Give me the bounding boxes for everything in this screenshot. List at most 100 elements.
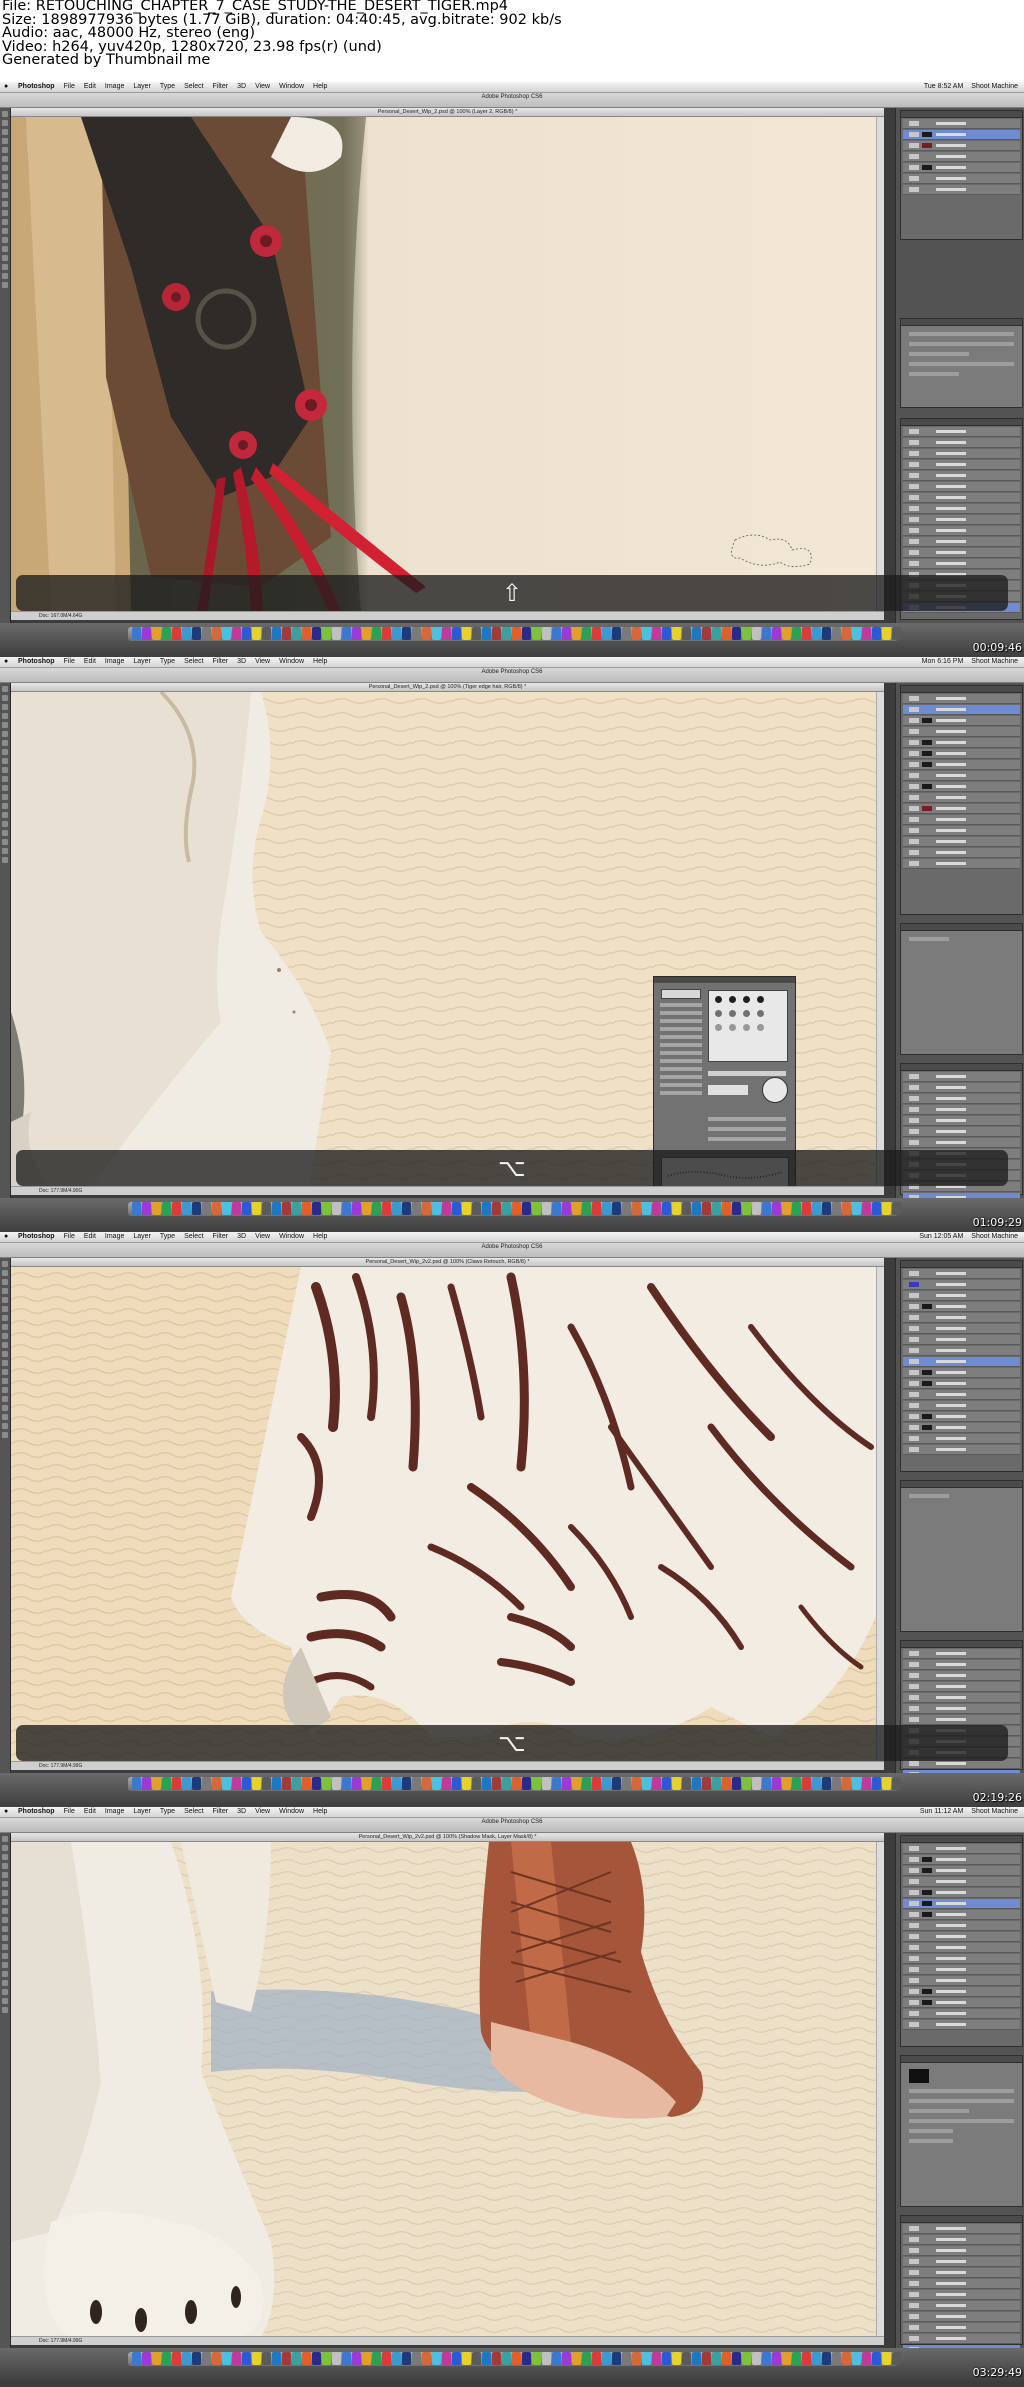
properties-panel[interactable] xyxy=(900,318,1023,408)
menu-type[interactable]: Type xyxy=(160,1233,175,1240)
menu-select[interactable]: Select xyxy=(184,1808,203,1815)
menu-file[interactable]: File xyxy=(64,1808,75,1815)
apple-icon[interactable]: ● xyxy=(4,82,8,92)
properties-panel[interactable] xyxy=(900,1480,1023,1632)
menu-layer[interactable]: Layer xyxy=(133,1808,151,1815)
image-canvas[interactable] xyxy=(11,1842,884,2337)
menu-help[interactable]: Help xyxy=(313,83,327,90)
apple-icon[interactable]: ● xyxy=(4,657,8,667)
menu-help[interactable]: Help xyxy=(313,1233,327,1240)
menu-layer[interactable]: Layer xyxy=(133,83,151,90)
tools-panel[interactable] xyxy=(0,1258,11,1773)
layers-panel[interactable] xyxy=(900,1835,1023,2047)
properties-panel[interactable] xyxy=(900,923,1023,1055)
menu-clock[interactable]: Sun 12:05 AM xyxy=(919,1233,963,1240)
menu-filter[interactable]: Filter xyxy=(213,83,229,90)
menu-user[interactable]: Shoot Machine xyxy=(971,658,1018,665)
menu-user[interactable]: Shoot Machine xyxy=(971,83,1018,90)
menu-select[interactable]: Select xyxy=(184,1233,203,1240)
tools-panel[interactable] xyxy=(0,683,11,1198)
document-window[interactable]: Personal_Desert_Wip_2v2.psd @ 100% (Claw… xyxy=(11,1258,884,1770)
menu-window[interactable]: Window xyxy=(279,658,304,665)
menu-clock[interactable]: Sun 11:12 AM xyxy=(920,1808,963,1815)
brush-presets-button[interactable] xyxy=(661,989,701,999)
menu-user[interactable]: Shoot Machine xyxy=(971,1233,1018,1240)
history-panel[interactable] xyxy=(900,2215,1023,2355)
menu-window[interactable]: Window xyxy=(279,1233,304,1240)
menu-type[interactable]: Type xyxy=(160,658,175,665)
menu-photoshop[interactable]: Photoshop xyxy=(18,1233,55,1240)
menu-help[interactable]: Help xyxy=(313,1808,327,1815)
dock-icons[interactable] xyxy=(132,625,902,644)
menu-view[interactable]: View xyxy=(255,1808,270,1815)
menu-image[interactable]: Image xyxy=(105,1233,124,1240)
vertical-scrollbar[interactable] xyxy=(876,117,884,612)
document-window[interactable]: Personal_Desert_Wip_2v2.psd @ 100% (Shad… xyxy=(11,1833,884,2345)
menu-select[interactable]: Select xyxy=(184,83,203,90)
menu-clock[interactable]: Mon 6:16 PM xyxy=(922,658,964,665)
vertical-scrollbar[interactable] xyxy=(876,1842,884,2337)
menu-user[interactable]: Shoot Machine xyxy=(971,1808,1018,1815)
menu-window[interactable]: Window xyxy=(279,83,304,90)
dock-icons[interactable] xyxy=(132,2350,902,2369)
menu-filter[interactable]: Filter xyxy=(213,658,229,665)
menu-edit[interactable]: Edit xyxy=(84,658,96,665)
menu-help[interactable]: Help xyxy=(313,658,327,665)
menu-clock[interactable]: Tue 8:52 AM xyxy=(924,83,963,90)
menu-filter[interactable]: Filter xyxy=(213,1233,229,1240)
document-window[interactable]: Personal_Desert_Wip_2.psd @ 100% (Tiger … xyxy=(11,683,884,1195)
layers-panel[interactable] xyxy=(900,685,1023,915)
dock-icons[interactable] xyxy=(132,1200,902,1219)
layers-panel[interactable] xyxy=(900,110,1023,240)
menu-view[interactable]: View xyxy=(255,1233,270,1240)
brush-tip-grid[interactable] xyxy=(708,990,788,1062)
menu-layer[interactable]: Layer xyxy=(133,1233,151,1240)
menu-photoshop[interactable]: Photoshop xyxy=(18,658,55,665)
vertical-scrollbar[interactable] xyxy=(876,1267,884,1762)
menu-view[interactable]: View xyxy=(255,658,270,665)
menu-file[interactable]: File xyxy=(64,83,75,90)
apple-icon[interactable]: ● xyxy=(4,1807,8,1817)
image-canvas[interactable] xyxy=(11,1267,884,1762)
menu-image[interactable]: Image xyxy=(105,1808,124,1815)
menu-edit[interactable]: Edit xyxy=(84,83,96,90)
layer-row[interactable] xyxy=(903,152,1020,162)
menu-3d[interactable]: 3D xyxy=(237,658,246,665)
mask-properties-panel[interactable] xyxy=(900,2055,1023,2207)
menu-layer[interactable]: Layer xyxy=(133,658,151,665)
menu-view[interactable]: View xyxy=(255,83,270,90)
menu-3d[interactable]: 3D xyxy=(237,1233,246,1240)
dock-icons[interactable] xyxy=(132,1775,902,1794)
menu-filter[interactable]: Filter xyxy=(213,1808,229,1815)
menu-type[interactable]: Type xyxy=(160,83,175,90)
menu-edit[interactable]: Edit xyxy=(84,1233,96,1240)
layer-row[interactable] xyxy=(903,163,1020,173)
layer-row[interactable] xyxy=(903,185,1020,195)
tool-options[interactable] xyxy=(6,675,336,690)
menu-image[interactable]: Image xyxy=(105,658,124,665)
tool-options[interactable] xyxy=(6,100,336,115)
tool-options[interactable] xyxy=(6,1825,336,1840)
layer-row[interactable] xyxy=(903,130,1020,140)
image-canvas[interactable] xyxy=(11,692,884,1187)
layer-row[interactable] xyxy=(903,119,1020,129)
menu-file[interactable]: File xyxy=(64,1233,75,1240)
menu-window[interactable]: Window xyxy=(279,1808,304,1815)
document-window[interactable]: Personal_Desert_Wip_2.psd @ 100% (Layer … xyxy=(11,108,884,620)
menu-image[interactable]: Image xyxy=(105,83,124,90)
apple-icon[interactable]: ● xyxy=(4,1232,8,1242)
menu-file[interactable]: File xyxy=(64,658,75,665)
menu-3d[interactable]: 3D xyxy=(237,1808,246,1815)
tools-panel[interactable] xyxy=(0,1833,11,2348)
menu-3d[interactable]: 3D xyxy=(237,83,246,90)
layer-row[interactable] xyxy=(903,141,1020,151)
menu-photoshop[interactable]: Photoshop xyxy=(18,1808,55,1815)
layers-panel[interactable] xyxy=(900,1260,1023,1472)
menu-type[interactable]: Type xyxy=(160,1808,175,1815)
menu-edit[interactable]: Edit xyxy=(84,1808,96,1815)
vertical-scrollbar[interactable] xyxy=(876,692,884,1187)
image-canvas[interactable] xyxy=(11,117,884,612)
tools-panel[interactable] xyxy=(0,108,11,623)
tool-options[interactable] xyxy=(6,1250,336,1265)
layer-row[interactable] xyxy=(903,174,1020,184)
